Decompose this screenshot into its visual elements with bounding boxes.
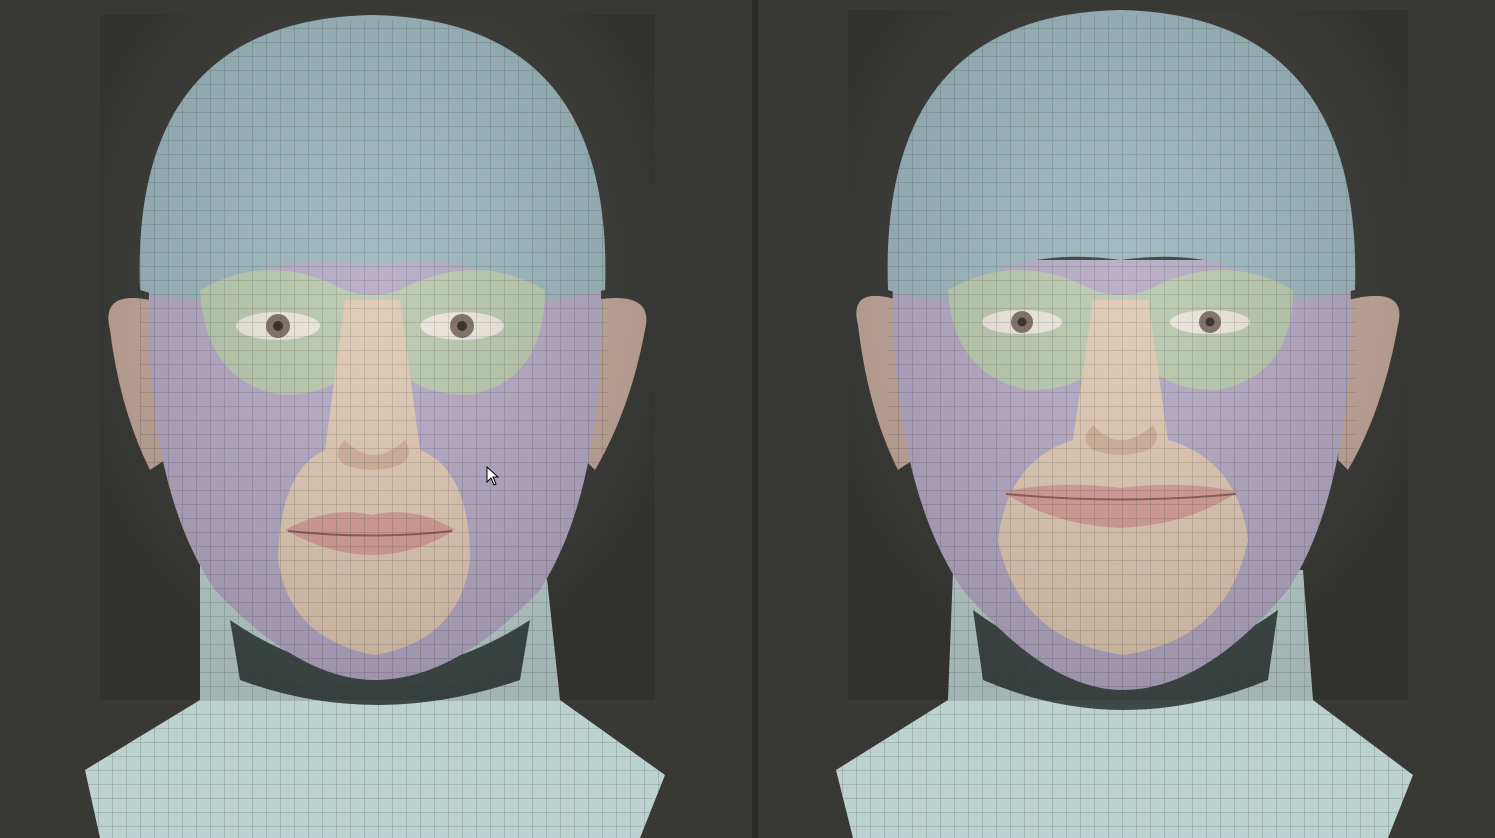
arrow-pointer-icon [486, 466, 500, 486]
split-viewport-app [0, 0, 1495, 838]
head-model-smile [836, 10, 1413, 838]
viewport-left[interactable] [0, 0, 752, 838]
viewport-right[interactable] [758, 0, 1495, 838]
head-model-neutral [85, 15, 665, 838]
